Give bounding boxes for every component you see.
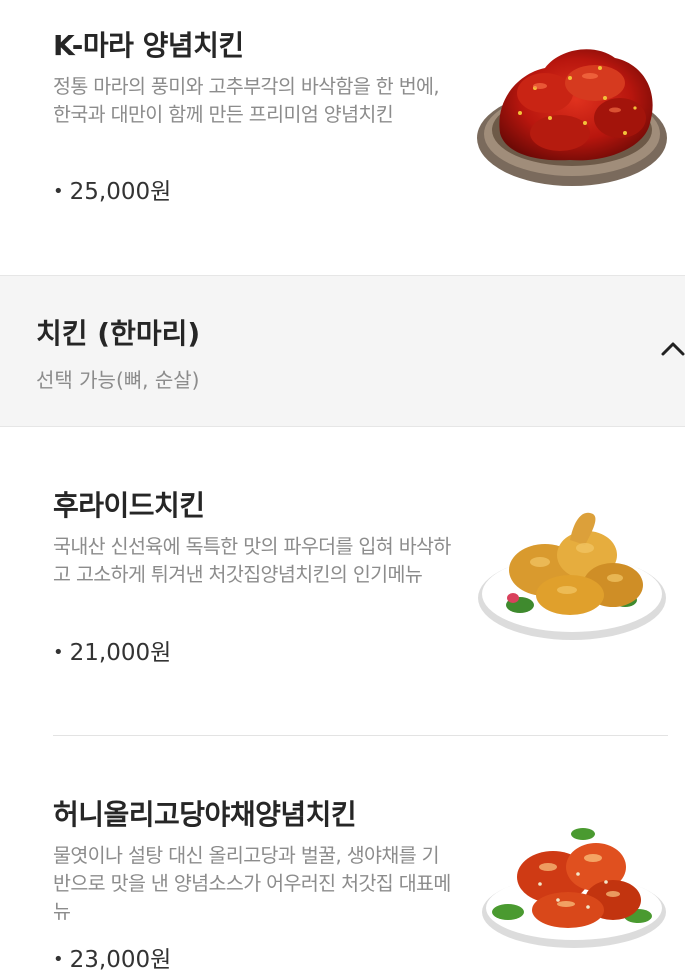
category-subtitle: 선택 가능(뼈, 순살) <box>36 368 200 392</box>
menu-item-price: • 25,000원 <box>53 179 172 205</box>
chicken-photo <box>482 828 666 948</box>
menu-item-price-value: 25,000원 <box>69 179 172 205</box>
chevron-up-icon[interactable] <box>660 340 685 358</box>
menu-item-name: 허니올리고당야채양념치킨 <box>53 798 357 831</box>
menu-item-price: • 21,000원 <box>53 640 172 666</box>
chicken-photo <box>478 512 666 640</box>
category-header[interactable]: 치킨 (한마리) 선택 가능(뼈, 순살) <box>0 275 685 427</box>
menu-item-price-value: 21,000원 <box>69 640 172 666</box>
menu-item-description: 물엿이나 설탕 대신 올리고당과 벌꿀, 생야채를 기반으로 맛을 낸 양념소스… <box>53 844 451 923</box>
category-title: 치킨 (한마리) <box>36 317 201 350</box>
menu-item-description: 정통 마라의 풍미와 고추부각의 바삭함을 한 번에, 한국과 대만이 함께 만… <box>53 75 440 126</box>
menu-item-price-value: 23,000원 <box>69 947 172 973</box>
chicken-photo <box>477 49 667 186</box>
menu-item-name: 후라이드치킨 <box>53 489 205 522</box>
item-divider <box>53 735 668 736</box>
menu-item-name: K-마라 양념치킨 <box>53 29 244 62</box>
menu-item-description: 국내산 신선육에 독특한 맛의 파우더를 입혀 바삭하고 고소하게 튀겨낸 처갓… <box>53 535 451 586</box>
